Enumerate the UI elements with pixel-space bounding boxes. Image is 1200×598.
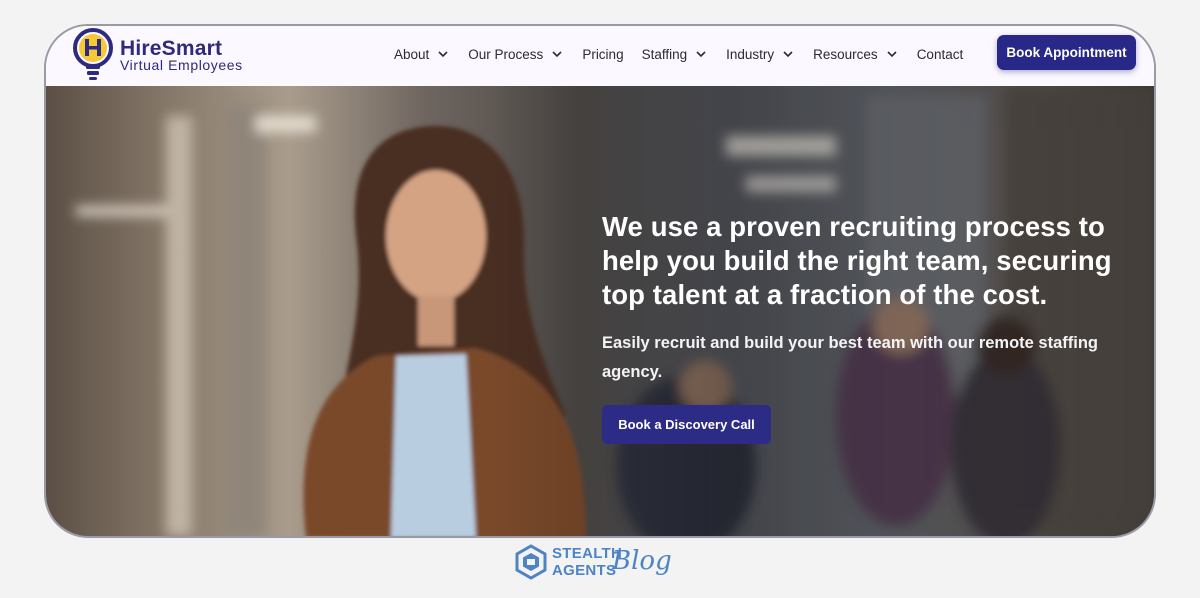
book-discovery-call-button[interactable]: Book a Discovery Call <box>602 405 771 444</box>
nav-item-about[interactable]: About <box>394 47 450 62</box>
nav-item-label: Contact <box>916 46 964 62</box>
nav-item-label: Staffing <box>641 46 688 62</box>
nav-item-pricing[interactable]: Pricing <box>582 47 623 62</box>
book-appointment-button[interactable]: Book Appointment <box>997 35 1136 70</box>
nav-item-resources[interactable]: Resources <box>813 47 899 62</box>
nav-item-label: Industry <box>726 46 775 62</box>
nav-item-contact[interactable]: Contact <box>917 47 964 62</box>
main-nav: About Our Process Pricing Staffing Indus… <box>394 26 981 82</box>
browser-frame: HireSmart Virtual Employees About Our Pr… <box>44 24 1156 538</box>
brand-tagline: Virtual Employees <box>120 57 243 73</box>
chevron-down-icon <box>696 51 706 58</box>
nav-item-industry[interactable]: Industry <box>726 47 795 62</box>
chevron-down-icon <box>887 51 897 58</box>
nav-item-label: About <box>394 46 430 62</box>
nav-item-label: Our Process <box>468 46 544 62</box>
hero-subtitle: Easily recruit and build your best team … <box>602 334 1099 381</box>
chevron-down-icon <box>783 51 793 58</box>
site-logo[interactable]: HireSmart Virtual Employees <box>70 28 270 84</box>
footer-brand-line2: AGENTS <box>552 562 617 579</box>
nav-item-staffing[interactable]: Staffing <box>642 47 709 62</box>
hero-title: We use a proven recruiting process to he… <box>602 211 1112 310</box>
nav-item-our-process[interactable]: Our Process <box>468 47 564 62</box>
footer-brand-script: Blog <box>612 546 672 576</box>
chevron-down-icon <box>552 51 562 58</box>
stealth-agents-hex-icon <box>515 544 547 580</box>
hero-copy: We use a proven recruiting process to he… <box>602 210 1142 444</box>
site-header: HireSmart Virtual Employees About Our Pr… <box>46 26 1154 86</box>
nav-item-label: Pricing <box>582 46 624 62</box>
hero-section: We use a proven recruiting process to he… <box>46 86 1154 536</box>
lightbulb-h-icon <box>73 28 113 80</box>
nav-item-label: Resources <box>813 46 878 62</box>
chevron-down-icon <box>438 51 448 58</box>
stealth-agents-blog-logo: STEALTH AGENTS Blog <box>514 542 704 582</box>
